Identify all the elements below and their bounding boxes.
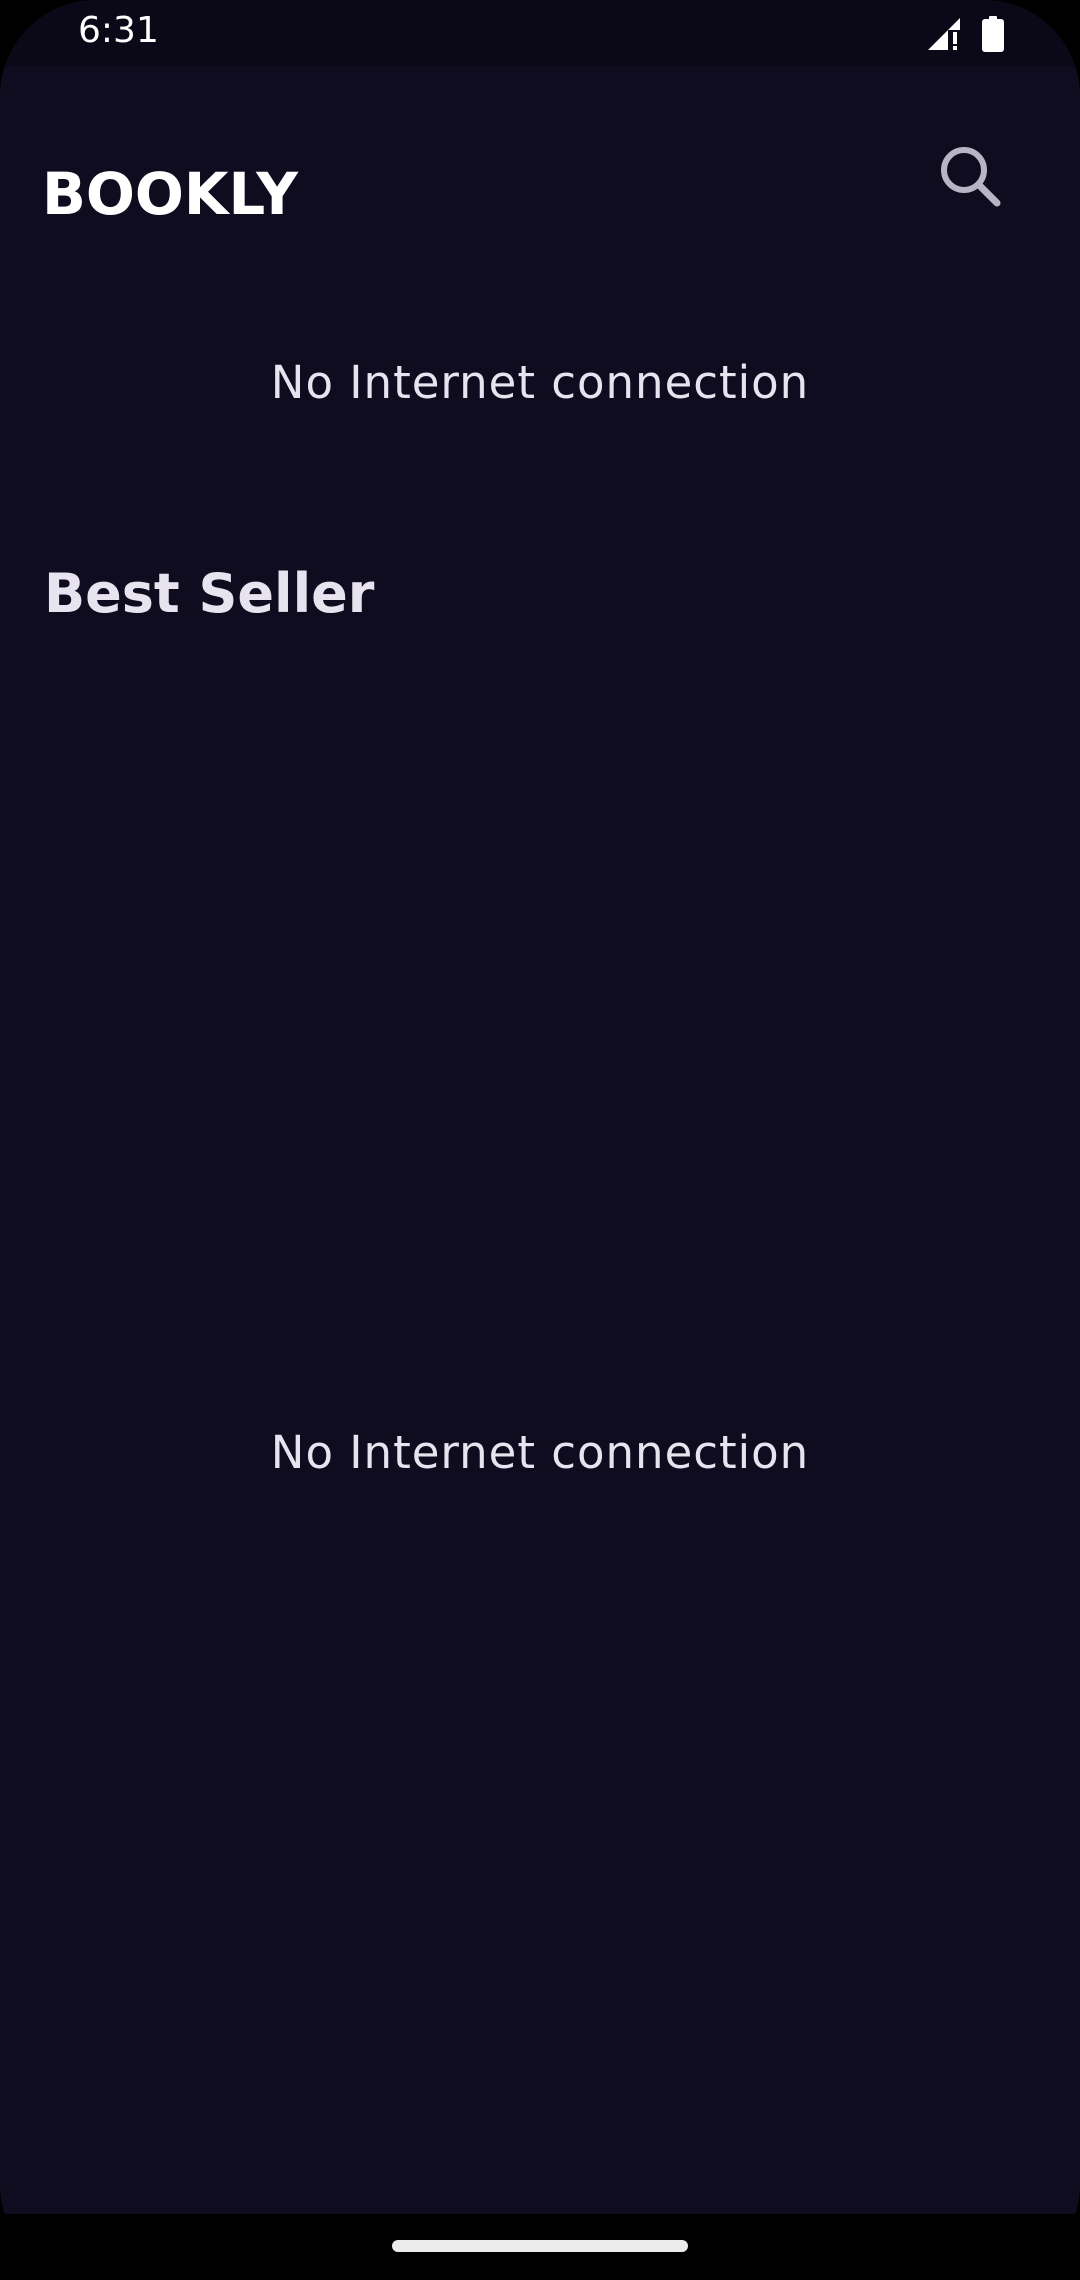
home-indicator[interactable] <box>392 2240 688 2252</box>
search-icon <box>941 147 1001 207</box>
logo-text: BOOKLY <box>42 160 299 216</box>
best-seller-error-message: No Internet connection <box>270 1426 810 1479</box>
bookly-logo: BOOKLY <box>42 160 299 216</box>
app-bar: BOOKLY <box>0 66 1080 296</box>
battery-icon <box>982 16 1004 52</box>
search-button[interactable] <box>920 126 1020 226</box>
status-bar: 6:31 <box>0 0 1080 66</box>
signal-icon <box>928 18 966 52</box>
app-screen: 6:31 BOOKLY No Internet connection Best … <box>0 0 1080 2280</box>
status-time: 6:31 <box>78 10 159 51</box>
section-title-best-seller: Best Seller <box>44 562 375 625</box>
featured-error-message: No Internet connection <box>270 356 810 409</box>
